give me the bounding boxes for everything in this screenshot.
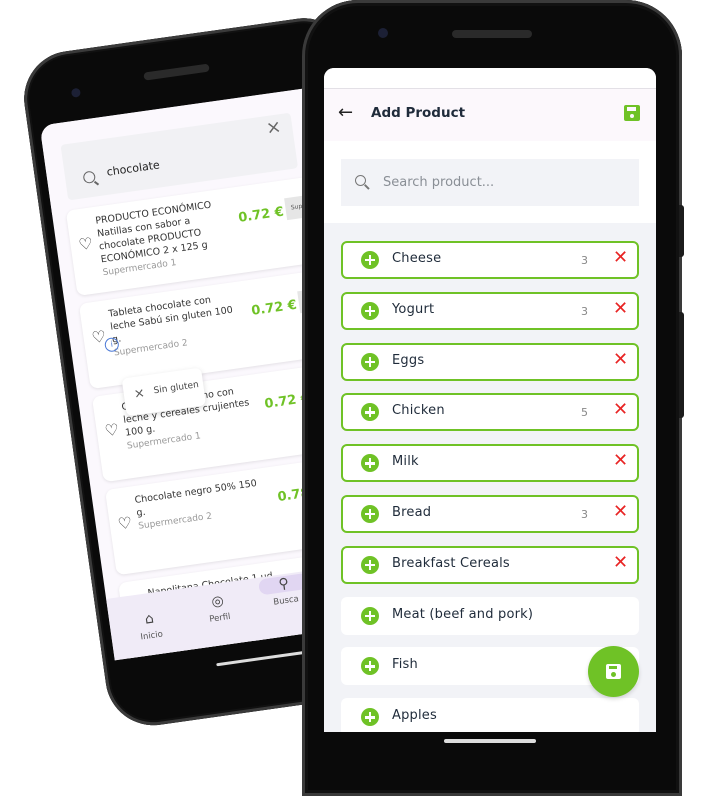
nav-label: Perfil (208, 611, 232, 625)
nav-label: Inicio (139, 629, 164, 643)
item-label: Bread (392, 504, 432, 520)
item-label: Cheese (392, 251, 442, 266)
save-icon (606, 664, 621, 679)
heart-icon[interactable]: ♡ (117, 513, 134, 534)
profile-icon: ◎ (210, 592, 225, 611)
item-quantity: 3 (581, 507, 588, 521)
item-label: Chicken (392, 403, 445, 419)
search-area (324, 141, 656, 223)
search-box (341, 159, 639, 206)
heart-icon[interactable]: ♡ (77, 233, 94, 254)
search-value: chocolate (105, 158, 161, 179)
add-circle-icon[interactable] (361, 504, 379, 523)
item-label: Breakfast Cereals (392, 555, 510, 571)
search-icon (82, 170, 97, 185)
list-item[interactable]: Breakfast Cereals ✕ (341, 545, 639, 584)
volume-button (679, 205, 684, 257)
item-quantity: 5 (581, 406, 588, 420)
add-circle-icon[interactable] (361, 708, 379, 727)
list-item[interactable]: Cheese 3 ✕ (341, 241, 639, 279)
list-item[interactable]: Apples (341, 698, 639, 732)
remove-icon[interactable]: ✕ (613, 298, 628, 320)
remove-icon[interactable]: ✕ (613, 450, 628, 472)
tooltip-text: Sin gluten (153, 380, 200, 397)
item-label: Yogurt (392, 301, 435, 317)
list-item[interactable]: Yogurt 3 ✕ (341, 291, 639, 330)
add-circle-icon[interactable] (361, 555, 379, 574)
item-label: Meat (beef and pork) (392, 606, 534, 622)
price: 0.72 € (250, 297, 298, 319)
speaker (452, 30, 532, 38)
gluten-free-icon: ⨯ (132, 385, 146, 403)
home-icon: ⌂ (143, 610, 155, 628)
home-indicator (444, 739, 536, 743)
search-icon (355, 175, 366, 186)
remove-icon[interactable]: ✕ (613, 552, 628, 574)
save-icon[interactable] (624, 105, 640, 121)
item-quantity: 3 (581, 254, 588, 267)
list-item[interactable]: Eggs ✕ (341, 342, 639, 381)
heart-icon[interactable]: ♡ (103, 420, 120, 441)
clear-icon[interactable]: × (265, 116, 283, 139)
page-title: Add Product (371, 105, 466, 121)
list-item[interactable]: Bread 3 ✕ (341, 494, 639, 533)
add-circle-icon[interactable] (361, 251, 379, 269)
status-bar (324, 68, 656, 89)
back-arrow-icon[interactable]: ← (338, 103, 353, 123)
remove-icon[interactable]: ✕ (613, 399, 628, 421)
price: 0.72 € (237, 204, 285, 226)
remove-icon[interactable]: ✕ (613, 247, 628, 269)
add-product-screen: ← Add Product Cheese 3 ✕ Yogurt 3 ✕ Eggs… (324, 68, 656, 732)
nav-item-perfil[interactable]: ◎ Perfil (187, 589, 251, 627)
camera (378, 28, 388, 38)
app-bar: ← Add Product (324, 89, 656, 141)
item-label: Eggs (392, 352, 425, 368)
remove-icon[interactable]: ✕ (613, 501, 628, 523)
list-item[interactable]: Chicken 5 ✕ (341, 393, 639, 432)
list-item[interactable]: Milk ✕ (341, 444, 639, 483)
add-circle-icon[interactable] (361, 606, 379, 625)
item-quantity: 3 (581, 304, 588, 318)
search-input[interactable] (383, 171, 623, 193)
save-fab-button[interactable] (588, 646, 639, 697)
item-label: Milk (392, 454, 419, 470)
item-label: Apples (392, 708, 437, 724)
nav-label: Busca (272, 594, 300, 608)
add-circle-icon[interactable] (361, 454, 379, 473)
add-circle-icon[interactable] (361, 657, 379, 676)
add-circle-icon[interactable] (361, 403, 379, 422)
list-item[interactable]: Meat (beef and pork) (341, 596, 639, 635)
side-button (679, 312, 684, 418)
add-circle-icon[interactable] (361, 352, 379, 371)
remove-icon[interactable]: ✕ (613, 349, 628, 371)
nav-item-inicio[interactable]: ⌂ Inicio (119, 607, 183, 645)
item-label: Fish (392, 657, 418, 673)
add-circle-icon[interactable] (361, 301, 379, 320)
